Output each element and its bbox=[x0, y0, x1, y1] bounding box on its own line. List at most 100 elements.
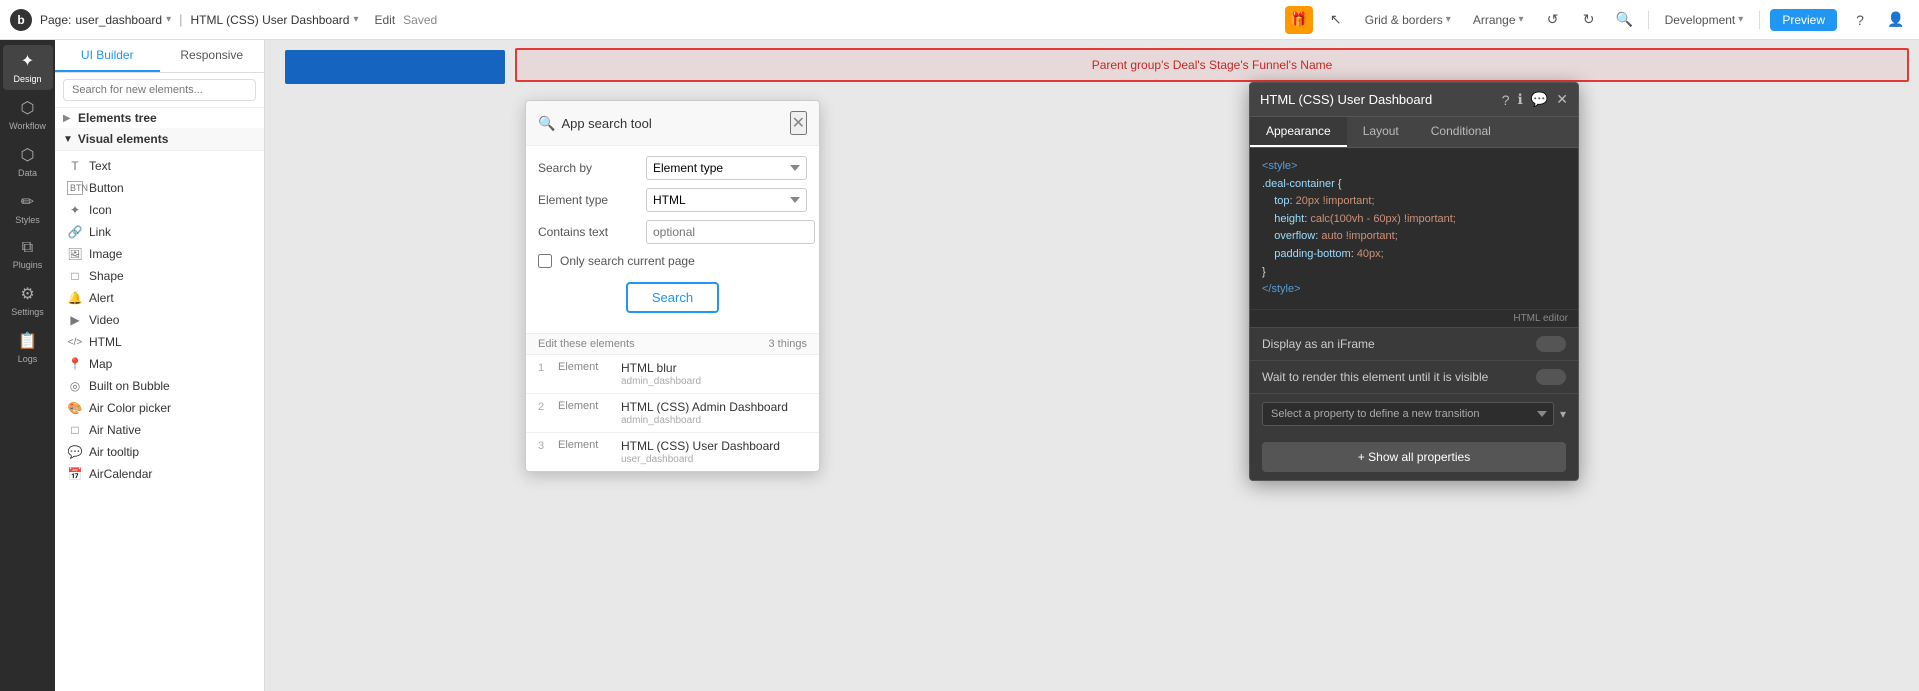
result-type: Element bbox=[558, 439, 613, 451]
panel-close-icon[interactable]: ✕ bbox=[1556, 91, 1568, 108]
tree-label: Elements tree bbox=[78, 111, 157, 125]
element-image[interactable]: 🖼 Image bbox=[55, 243, 264, 265]
gift-button[interactable]: 🎁 bbox=[1285, 6, 1313, 34]
search-form: Search by Element type Element type HTML… bbox=[526, 146, 819, 333]
element-air-calendar[interactable]: 📅 AirCalendar bbox=[55, 463, 264, 485]
tab-responsive[interactable]: Responsive bbox=[160, 40, 265, 72]
element-label: Link bbox=[89, 225, 111, 239]
element-html[interactable]: </> HTML bbox=[55, 331, 264, 353]
visual-elements-section[interactable]: ▼ Visual elements bbox=[55, 128, 264, 151]
result-name: HTML (CSS) Admin Dashboard bbox=[621, 400, 788, 414]
arrange-button[interactable]: Arrange ▾ bbox=[1467, 10, 1530, 30]
display-iframe-toggle[interactable] bbox=[1536, 336, 1566, 352]
tab-conditional[interactable]: Conditional bbox=[1415, 117, 1507, 147]
element-shape[interactable]: □ Shape bbox=[55, 265, 264, 287]
wait-render-toggle[interactable] bbox=[1536, 369, 1566, 385]
search-button[interactable]: 🔍 bbox=[1612, 7, 1638, 33]
settings-icon: ⚙ bbox=[20, 284, 34, 304]
sidebar-item-label: Design bbox=[13, 74, 41, 84]
element-map[interactable]: 📍 Map bbox=[55, 353, 264, 375]
result-page: admin_dashboard bbox=[621, 376, 701, 387]
elements-tree-toggle[interactable]: ▶ Elements tree bbox=[55, 108, 264, 128]
canvas: Parent group's Deal's Stage's Funnel's N… bbox=[265, 40, 1919, 691]
tooltip-icon: 💬 bbox=[67, 445, 83, 459]
sidebar-item-logs[interactable]: 📋 Logs bbox=[3, 325, 53, 370]
redo-button[interactable]: ↻ bbox=[1576, 7, 1602, 33]
help-icon[interactable]: ? bbox=[1847, 7, 1873, 33]
search-by-select[interactable]: Element type bbox=[646, 156, 807, 180]
search-elements-input[interactable] bbox=[63, 79, 256, 101]
alert-icon: 🔔 bbox=[67, 291, 83, 305]
element-air-color-picker[interactable]: 🎨 Air Color picker bbox=[55, 397, 264, 419]
element-link[interactable]: 🔗 Link bbox=[55, 221, 264, 243]
element-video[interactable]: ▶ Video bbox=[55, 309, 264, 331]
air-native-icon: □ bbox=[67, 423, 83, 437]
only-current-page-row: Only search current page bbox=[538, 252, 807, 270]
tree-chevron-icon: ▶ bbox=[63, 113, 73, 124]
search-submit-button[interactable]: Search bbox=[626, 282, 719, 313]
element-air-native[interactable]: □ Air Native bbox=[55, 419, 264, 441]
result-page: user_dashboard bbox=[621, 454, 780, 465]
element-icon[interactable]: ✦ Icon bbox=[55, 199, 264, 221]
edit-elements-label: Edit these elements bbox=[538, 338, 635, 350]
modal-close-button[interactable]: ✕ bbox=[790, 111, 807, 135]
section-label: Visual elements bbox=[78, 132, 169, 146]
wait-render-label: Wait to render this element until it is … bbox=[1262, 370, 1488, 384]
html-selector[interactable]: HTML (CSS) User Dashboard ▾ bbox=[191, 13, 359, 27]
grid-borders-button[interactable]: Grid & borders ▾ bbox=[1359, 10, 1457, 30]
result-type: Element bbox=[558, 361, 613, 373]
topbar: b Page: user_dashboard ▾ | HTML (CSS) Us… bbox=[0, 0, 1919, 40]
page-selector[interactable]: Page: user_dashboard ▾ bbox=[40, 13, 171, 27]
panel-chat-icon[interactable]: 💬 bbox=[1531, 91, 1548, 108]
code-editor[interactable]: <style> .deal-container { top: 20px !imp… bbox=[1250, 148, 1578, 309]
tab-layout[interactable]: Layout bbox=[1347, 117, 1415, 147]
element-label: Button bbox=[89, 181, 124, 195]
button-icon: BTN bbox=[67, 181, 83, 195]
transition-select[interactable]: Select a property to define a new transi… bbox=[1262, 402, 1554, 426]
tab-appearance[interactable]: Appearance bbox=[1250, 117, 1347, 147]
element-label: Video bbox=[89, 313, 119, 327]
sidebar-item-styles[interactable]: ✏ Styles bbox=[3, 186, 53, 231]
only-current-page-checkbox[interactable] bbox=[538, 254, 552, 268]
sidebar-item-workflow[interactable]: ⬡ Workflow bbox=[3, 92, 53, 137]
element-label: Text bbox=[89, 159, 111, 173]
element-button[interactable]: BTN Button bbox=[55, 177, 264, 199]
sidebar-item-plugins[interactable]: ⧉ Plugins bbox=[3, 233, 53, 276]
result-item-3[interactable]: 3 Element HTML (CSS) User Dashboard user… bbox=[526, 432, 819, 471]
display-iframe-label: Display as an iFrame bbox=[1262, 337, 1375, 351]
result-item-1[interactable]: 1 Element HTML blur admin_dashboard bbox=[526, 354, 819, 393]
preview-button[interactable]: Preview bbox=[1770, 9, 1837, 31]
result-type: Element bbox=[558, 400, 613, 412]
element-alert[interactable]: 🔔 Alert bbox=[55, 287, 264, 309]
element-label: HTML bbox=[89, 335, 122, 349]
user-icon[interactable]: 👤 bbox=[1883, 7, 1909, 33]
link-icon: 🔗 bbox=[67, 225, 83, 239]
video-icon: ▶ bbox=[67, 313, 83, 327]
contains-text-input[interactable] bbox=[646, 220, 815, 244]
transition-chevron-icon: ▾ bbox=[1560, 407, 1566, 421]
panel-info-icon[interactable]: ℹ bbox=[1518, 91, 1523, 108]
code-line-5: overflow: auto !important; bbox=[1262, 228, 1566, 246]
display-iframe-row: Display as an iFrame bbox=[1250, 327, 1578, 360]
element-label: Map bbox=[89, 357, 112, 371]
element-text[interactable]: T Text bbox=[55, 155, 264, 177]
result-item-2[interactable]: 2 Element HTML (CSS) Admin Dashboard adm… bbox=[526, 393, 819, 432]
element-label: Alert bbox=[89, 291, 114, 305]
search-by-label: Search by bbox=[538, 161, 638, 175]
element-air-tooltip[interactable]: 💬 Air tooltip bbox=[55, 441, 264, 463]
plugins-icon: ⧉ bbox=[22, 239, 33, 257]
sidebar-item-settings[interactable]: ⚙ Settings bbox=[3, 278, 53, 323]
cursor-icon[interactable]: ↖ bbox=[1323, 7, 1349, 33]
sidebar-item-design[interactable]: ✦ Design bbox=[3, 45, 53, 90]
sidebar-item-data[interactable]: ⬡ Data bbox=[3, 139, 53, 184]
development-button[interactable]: Development ▾ bbox=[1659, 10, 1750, 30]
element-label: Air Native bbox=[89, 423, 141, 437]
tab-ui-builder[interactable]: UI Builder bbox=[55, 40, 160, 72]
show-all-properties-button[interactable]: + Show all properties bbox=[1262, 442, 1566, 472]
panel-help-icon[interactable]: ? bbox=[1502, 92, 1510, 108]
html-panel-header: HTML (CSS) User Dashboard ? ℹ 💬 ✕ bbox=[1250, 83, 1578, 117]
element-built-on-bubble[interactable]: ◎ Built on Bubble bbox=[55, 375, 264, 397]
element-type-select[interactable]: HTML bbox=[646, 188, 807, 212]
undo-button[interactable]: ↺ bbox=[1540, 7, 1566, 33]
result-num: 1 bbox=[538, 362, 550, 374]
